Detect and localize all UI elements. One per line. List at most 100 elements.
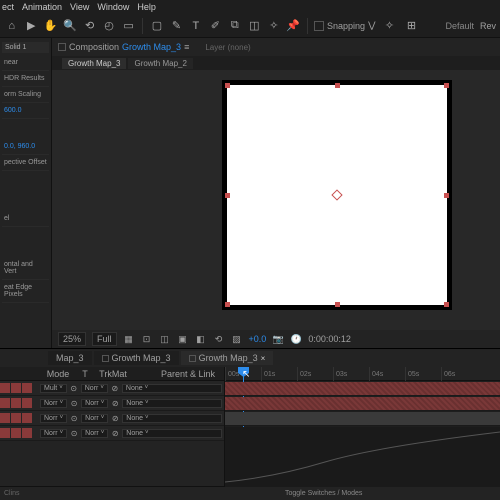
track[interactable] [225, 381, 500, 396]
prop-row[interactable]: HDR Results [2, 71, 49, 87]
clip-bar[interactable] [225, 397, 500, 410]
orbit-tool-icon[interactable]: ⟲ [82, 18, 97, 34]
transform-handle[interactable] [225, 193, 230, 198]
trkmat-dropdown[interactable]: Norr [81, 384, 108, 393]
roto-tool-icon[interactable]: ✧ [266, 18, 281, 34]
track[interactable] [225, 396, 500, 411]
clip-bar[interactable] [225, 382, 500, 395]
layer-row[interactable]: Mult ⊙ Norr ⊘ None [0, 381, 224, 396]
trkmat-dropdown[interactable]: Norr [81, 414, 108, 423]
workspace-label[interactable]: Default [445, 21, 474, 31]
transform-handle[interactable] [444, 193, 449, 198]
prop-row[interactable]: near [2, 55, 49, 71]
panel-menu-icon[interactable]: ≡ [184, 42, 189, 52]
layer-row[interactable]: Norr ⊙ Norr ⊘ None [0, 396, 224, 411]
eraser-tool-icon[interactable]: ◫ [247, 18, 262, 34]
time-display[interactable]: 0:00:00:12 [308, 334, 351, 344]
zoom-dropdown[interactable]: 25% [58, 332, 86, 346]
guides-icon[interactable]: ⊡ [141, 333, 153, 345]
rotate-tool-icon[interactable]: ◴ [101, 18, 116, 34]
link-icon[interactable]: ⊘ [110, 384, 120, 393]
camera-tool-icon[interactable]: ▭ [121, 18, 136, 34]
parent-dropdown[interactable]: None [122, 429, 222, 438]
parent-dropdown[interactable]: None [122, 384, 222, 393]
menu-item[interactable]: ect [2, 2, 14, 12]
prop-value[interactable]: 600.0 [2, 103, 49, 119]
workspace-label[interactable]: Rev [480, 21, 496, 31]
mode-dropdown[interactable]: Norr [40, 414, 67, 423]
transform-handle[interactable] [225, 83, 230, 88]
viewer[interactable] [52, 70, 500, 330]
chevron-down-icon[interactable]: ⋁ [368, 20, 375, 31]
snapshot-icon[interactable]: 📷 [272, 333, 284, 345]
trkmat-dropdown[interactable]: Norr [81, 399, 108, 408]
layer-row[interactable]: Norr ⊙ Norr ⊘ None [0, 426, 224, 441]
mode-dropdown[interactable]: Norr [40, 399, 67, 408]
resolution-dropdown[interactable]: Full [92, 332, 117, 346]
link-icon[interactable]: ⊘ [110, 399, 120, 408]
time-ruler[interactable]: 00s01s02s03s04s05s06s [225, 367, 500, 381]
timeline-tab[interactable]: Growth Map_3 × [181, 351, 274, 365]
panel-tab[interactable]: Solid 1 [2, 42, 49, 53]
canvas[interactable] [227, 85, 447, 305]
transform-handle[interactable] [444, 83, 449, 88]
mode-dropdown[interactable]: Norr [40, 429, 67, 438]
puppet-tool-icon[interactable]: 📌 [286, 18, 301, 34]
link-icon[interactable]: ⊘ [110, 414, 120, 423]
transform-handle[interactable] [335, 302, 340, 307]
transform-handle[interactable] [335, 83, 340, 88]
prop-row[interactable]: el [2, 211, 49, 227]
prop-value[interactable]: 0.0, 960.0 [2, 139, 49, 155]
tool-icon[interactable]: ✧ [381, 18, 397, 34]
transform-handle[interactable] [444, 302, 449, 307]
eye-icon[interactable]: ⊙ [69, 429, 79, 438]
menu-item[interactable]: Help [137, 2, 156, 12]
hand-tool-icon[interactable]: ✋ [43, 18, 58, 34]
shape-tool-icon[interactable]: ▢ [149, 18, 164, 34]
mask-icon[interactable]: ◫ [159, 333, 171, 345]
link-icon[interactable]: ⊘ [110, 429, 120, 438]
timeline-tracks[interactable]: 00s01s02s03s04s05s06s ↖ [225, 367, 500, 486]
pen-tool-icon[interactable]: ✎ [169, 18, 184, 34]
prop-row[interactable]: ontal and Vert [2, 257, 49, 280]
zoom-tool-icon[interactable]: 🔍 [62, 18, 77, 34]
home-icon[interactable]: ⌂ [4, 18, 19, 34]
tool-icon[interactable]: ⊞ [403, 18, 419, 34]
parent-dropdown[interactable]: None [122, 399, 222, 408]
menu-item[interactable]: View [70, 2, 89, 12]
reset-icon[interactable]: ⟲ [213, 333, 225, 345]
timeline-tab[interactable]: Map_3 [48, 351, 92, 365]
exposure-value[interactable]: +0.0 [249, 334, 267, 344]
grid-icon[interactable]: ▦ [123, 333, 135, 345]
transparency-icon[interactable]: ▨ [231, 333, 243, 345]
text-tool-icon[interactable]: T [188, 18, 203, 34]
mode-dropdown[interactable]: Mult [40, 384, 67, 393]
clone-tool-icon[interactable]: ⧉ [227, 18, 242, 34]
eye-icon[interactable]: ⊙ [69, 414, 79, 423]
prop-row[interactable]: orm Scaling [2, 87, 49, 103]
eye-icon[interactable]: ⊙ [69, 399, 79, 408]
comp-tab[interactable]: Growth Map_2 [128, 58, 192, 69]
brush-tool-icon[interactable]: ✐ [208, 18, 223, 34]
clip-bar[interactable] [225, 412, 500, 425]
eye-icon[interactable]: ⊙ [69, 384, 79, 393]
prop-row[interactable]: pective Offset [2, 155, 49, 171]
toggle-switches-button[interactable]: Toggle Switches / Modes [225, 490, 362, 497]
prop-row[interactable]: eat Edge Pixels [2, 280, 49, 303]
timeline-tab[interactable]: Growth Map_3 [94, 351, 179, 365]
layer-row[interactable]: Norr ⊙ Norr ⊘ None [0, 411, 224, 426]
comp-tab[interactable]: Growth Map_3 [62, 58, 126, 69]
track[interactable] [225, 411, 500, 426]
channel-icon[interactable]: ◧ [195, 333, 207, 345]
graph-editor[interactable] [225, 427, 500, 487]
menu-item[interactable]: Window [97, 2, 129, 12]
transform-handle[interactable] [225, 302, 230, 307]
parent-dropdown[interactable]: None [122, 414, 222, 423]
selection-tool-icon[interactable]: ▶ [23, 18, 38, 34]
menu-item[interactable]: Animation [22, 2, 62, 12]
snapping-toggle[interactable]: Snapping ⋁ [314, 20, 375, 31]
checkbox-icon[interactable] [314, 21, 324, 31]
trkmat-dropdown[interactable]: Norr [81, 429, 108, 438]
region-icon[interactable]: ▣ [177, 333, 189, 345]
anchor-point-icon[interactable] [331, 189, 342, 200]
